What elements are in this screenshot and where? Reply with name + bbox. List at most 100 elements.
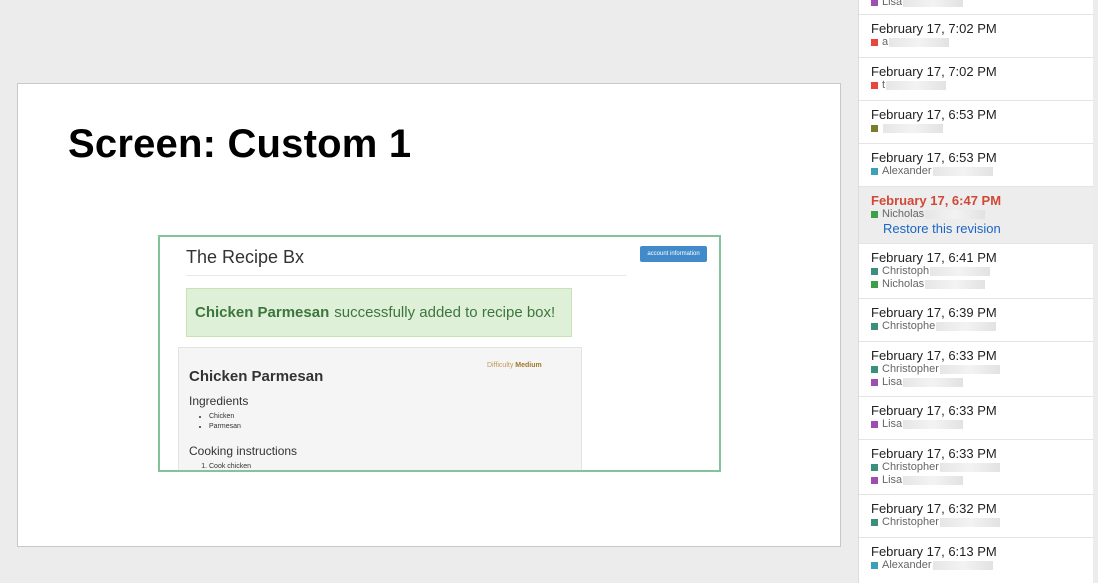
revision-date: February 17, 6:33 PM	[871, 348, 997, 363]
revision-author: Alexander	[871, 165, 1093, 178]
revision-item[interactable]: February 17, 6:39 PM Christophe	[859, 299, 1093, 342]
redacted-name	[903, 420, 964, 429]
author-color-swatch	[871, 281, 878, 288]
author-name: Lisa	[882, 0, 903, 8]
redacted-name	[925, 210, 986, 219]
revision-item[interactable]: February 17, 6:33 PM Christopher Lisa	[859, 342, 1093, 397]
embedded-screenshot[interactable]: The Recipe Bx account information Chicke…	[158, 235, 721, 472]
revision-author: Lisa	[871, 376, 1093, 389]
revision-date: February 17, 6:33 PM	[871, 446, 997, 461]
author-name: Nicholas	[882, 208, 925, 220]
recipe-name: Chicken Parmesan	[189, 368, 324, 385]
revision-item[interactable]: February 17, 7:02 PM a	[859, 15, 1093, 58]
revision-author: t	[871, 79, 1093, 92]
author-name: Alexander	[882, 559, 932, 571]
account-information-button: account information	[640, 246, 707, 262]
redacted-name	[925, 280, 986, 289]
revision-item-selected[interactable]: February 17, 6:47 PM Nicholas Restore th…	[859, 187, 1093, 244]
revision-item[interactable]: February 17, 7:02 PM t	[859, 58, 1093, 101]
revision-author: Lisa	[871, 0, 1093, 9]
difficulty-value: Medium	[515, 362, 542, 369]
author-color-swatch	[871, 268, 878, 275]
revision-author: Lisa	[871, 474, 1093, 487]
revision-date: February 17, 6:53 PM	[871, 150, 997, 165]
author-color-swatch	[871, 82, 878, 89]
revision-date: February 17, 7:02 PM	[871, 21, 997, 36]
author-name: Christopher	[882, 363, 939, 375]
redacted-name	[936, 322, 997, 331]
author-color-swatch	[871, 0, 878, 6]
revision-author: Christopher	[871, 516, 1093, 529]
revision-author: Christoph	[871, 265, 1093, 278]
revision-date: February 17, 6:41 PM	[871, 250, 997, 265]
recipe-box-brand: The Recipe Bx	[186, 247, 305, 267]
success-alert: Chicken Parmesan successfully added to r…	[186, 288, 572, 337]
revision-item[interactable]: February 17, 6:53 PM	[859, 101, 1093, 144]
revision-date: February 17, 6:39 PM	[871, 305, 997, 320]
author-color-swatch	[871, 39, 878, 46]
author-color-swatch	[871, 464, 878, 471]
revision-item[interactable]: Lisa	[859, 0, 1093, 15]
author-name: Nicholas	[882, 278, 925, 290]
author-name: Christophe	[882, 320, 936, 332]
revision-author: Christopher	[871, 461, 1093, 474]
author-name: t	[882, 79, 886, 91]
revision-author: Christophe	[871, 320, 1093, 333]
author-name: Christoph	[882, 265, 930, 277]
author-color-swatch	[871, 421, 878, 428]
redacted-name	[939, 463, 1000, 472]
revision-author: Nicholas	[871, 208, 1093, 221]
revision-date: February 17, 6:13 PM	[871, 544, 997, 559]
slide-title[interactable]: Screen: Custom 1	[68, 122, 411, 167]
slide-canvas[interactable]: Screen: Custom 1 The Recipe Bx account i…	[17, 83, 841, 547]
author-name: Alexander	[882, 165, 932, 177]
instructions-list: Cook chicken	[189, 462, 251, 470]
revision-history-panel: Lisa February 17, 7:02 PM a February 17,…	[858, 0, 1093, 583]
revision-author: Christopher	[871, 363, 1093, 376]
restore-revision-link[interactable]: Restore this revision	[883, 221, 1093, 237]
redacted-name	[932, 167, 993, 176]
revision-author: a	[871, 36, 1093, 49]
author-name: Christopher	[882, 516, 939, 528]
redacted-name	[939, 365, 1000, 374]
revision-date: February 17, 6:32 PM	[871, 501, 997, 516]
redacted-name	[903, 378, 964, 387]
author-color-swatch	[871, 477, 878, 484]
redacted-name	[932, 561, 993, 570]
redacted-name	[889, 38, 950, 47]
revision-author: Alexander	[871, 559, 1093, 572]
ingredient-item: Chicken	[209, 412, 241, 422]
author-color-swatch	[871, 323, 878, 330]
author-color-swatch	[871, 211, 878, 218]
author-color-swatch	[871, 125, 878, 132]
ingredient-item: Parmesan	[209, 422, 241, 432]
redacted-name	[883, 124, 943, 133]
revision-date: February 17, 6:47 PM	[871, 193, 1002, 208]
recipe-card: Difficulty Medium Chicken Parmesan Ingre…	[178, 347, 582, 470]
alert-message: successfully added to recipe box!	[334, 304, 556, 321]
ingredients-heading: Ingredients	[189, 394, 249, 408]
alert-recipe-name: Chicken Parmesan	[195, 304, 330, 321]
revision-item[interactable]: February 17, 6:33 PM Christopher Lisa	[859, 440, 1093, 495]
revision-item[interactable]: February 17, 6:41 PM Christoph Nicholas	[859, 244, 1093, 299]
revision-author: Lisa	[871, 418, 1093, 431]
revision-item[interactable]: February 17, 6:13 PM Alexander	[859, 538, 1093, 583]
redacted-name	[903, 0, 964, 7]
author-color-swatch	[871, 168, 878, 175]
redacted-name	[930, 267, 991, 276]
revision-author: Nicholas	[871, 278, 1093, 291]
ingredients-list: Chicken Parmesan	[189, 412, 241, 432]
redacted-name	[939, 518, 1000, 527]
difficulty: Difficulty Medium	[487, 362, 542, 369]
redacted-name	[886, 81, 947, 90]
revision-item[interactable]: February 17, 6:53 PM Alexander	[859, 144, 1093, 187]
header-divider	[186, 275, 626, 276]
revision-date: February 17, 7:02 PM	[871, 64, 997, 79]
redacted-name	[903, 476, 964, 485]
author-color-swatch	[871, 519, 878, 526]
revision-item[interactable]: February 17, 6:32 PM Christopher	[859, 495, 1093, 538]
revision-date: February 17, 6:33 PM	[871, 403, 997, 418]
author-name: Lisa	[882, 418, 903, 430]
revision-item[interactable]: February 17, 6:33 PM Lisa	[859, 397, 1093, 440]
author-name: Christopher	[882, 461, 939, 473]
